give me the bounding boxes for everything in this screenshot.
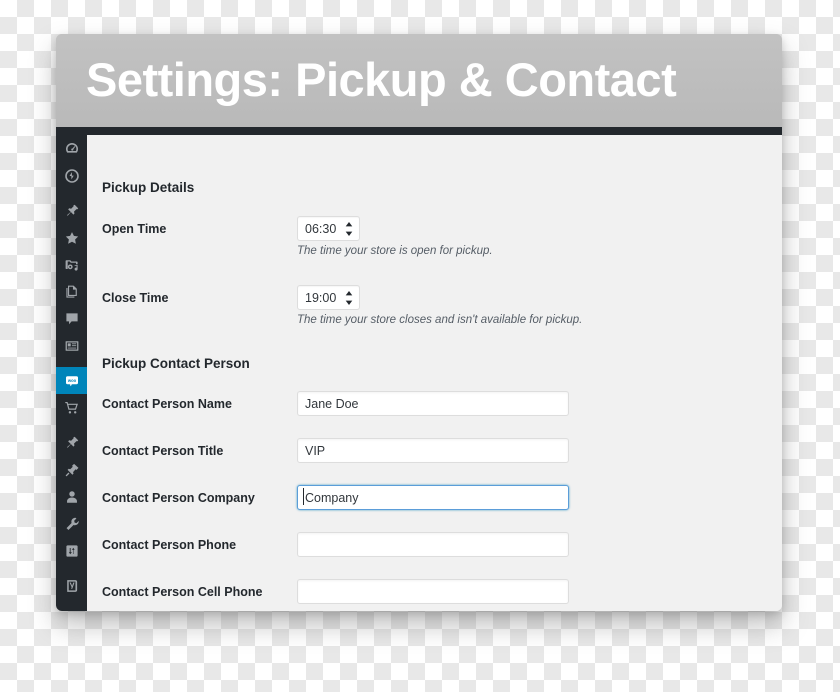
input-contact-person-title[interactable] — [297, 438, 569, 463]
updates-icon — [64, 168, 80, 184]
control-contact-person-phone[interactable] — [297, 532, 569, 557]
plugins-plug-icon — [64, 462, 80, 478]
input-contact-person-name[interactable] — [297, 391, 569, 416]
section-heading-pickup-contact-person: Pickup Contact Person — [102, 356, 250, 371]
control-open-time[interactable]: 06:30 — [297, 216, 360, 241]
dashboard-icon — [64, 141, 80, 157]
settings-content-panel: Pickup Details Open Time 06:30 The time … — [87, 135, 782, 611]
sidebar-separator — [56, 189, 87, 197]
sidebar-item-tools-wrench[interactable] — [56, 510, 87, 537]
sidebar-item-forms[interactable] — [56, 332, 87, 359]
section-pickup-details: Pickup Details Open Time 06:30 The time … — [102, 180, 582, 326]
plugin-pin-icon — [64, 435, 80, 451]
sidebar-item-pages[interactable] — [56, 278, 87, 305]
input-contact-person-phone[interactable] — [297, 532, 569, 557]
sidebar-item-comments[interactable] — [56, 305, 87, 332]
sidebar-item-cart[interactable] — [56, 394, 87, 421]
forms-icon — [64, 338, 80, 354]
section-heading-pickup-details: Pickup Details — [102, 180, 195, 195]
cart-icon — [64, 400, 80, 416]
label-contact-person-cell-phone: Contact Person Cell Phone — [102, 585, 263, 599]
label-contact-person-name: Contact Person Name — [102, 397, 232, 411]
sidebar-item-plugins-plug[interactable] — [56, 456, 87, 483]
woocommerce-icon: woo — [64, 373, 80, 389]
sidebar-item-plugin-pin[interactable] — [56, 429, 87, 456]
control-contact-person-name[interactable] — [297, 391, 569, 416]
sidebar-item-settings-sliders[interactable] — [56, 537, 87, 564]
sidebar-item-updates[interactable] — [56, 162, 87, 189]
yoast-seo-icon — [64, 578, 80, 594]
sidebar-item-woocommerce[interactable]: woo — [56, 367, 94, 394]
select-open-time[interactable]: 06:30 — [297, 216, 360, 241]
sidebar-separator — [56, 421, 87, 429]
sidebar-separator — [56, 564, 87, 572]
sidebar-item-posts-pin[interactable] — [56, 197, 87, 224]
control-close-time[interactable]: 19:00 — [297, 285, 360, 310]
settings-sliders-icon — [64, 543, 80, 559]
description-close-time: The time your store closes and isn't ava… — [297, 314, 583, 326]
page-title: Settings: Pickup & Contact — [86, 53, 677, 106]
sidebar-item-users[interactable] — [56, 483, 87, 510]
sidebar-item-yoast-seo[interactable] — [56, 572, 87, 599]
tools-wrench-icon — [64, 516, 80, 532]
label-contact-person-company: Contact Person Company — [102, 491, 255, 505]
sidebar-item-star[interactable] — [56, 224, 87, 251]
admin-body: woo Pickup Details Open Time 06:30 The t… — [56, 135, 782, 611]
control-contact-person-cell-phone[interactable] — [297, 579, 569, 604]
control-contact-person-company[interactable] — [297, 485, 569, 510]
sidebar-item-media[interactable] — [56, 251, 87, 278]
label-close-time: Close Time — [102, 291, 169, 305]
sidebar-separator — [56, 359, 87, 367]
text-cursor — [303, 488, 304, 505]
section-pickup-contact-person: Pickup Contact Person Contact Person Nam… — [102, 356, 569, 604]
admin-sidebar-menu[interactable]: woo — [56, 135, 94, 611]
browser-window: Settings: Pickup & Contact woo Pickup De… — [56, 34, 782, 611]
posts-pin-icon — [64, 203, 80, 219]
description-open-time: The time your store is open for pickup. — [297, 245, 493, 257]
label-contact-person-title: Contact Person Title — [102, 444, 224, 458]
wp-admin-bar — [56, 127, 782, 135]
control-contact-person-title[interactable] — [297, 438, 569, 463]
input-contact-person-company[interactable] — [297, 485, 569, 510]
star-icon — [64, 230, 80, 246]
pages-icon — [64, 284, 80, 300]
comments-icon — [64, 311, 80, 327]
label-open-time: Open Time — [102, 222, 167, 236]
media-icon — [64, 257, 80, 273]
input-contact-person-cell-phone[interactable] — [297, 579, 569, 604]
select-close-time[interactable]: 19:00 — [297, 285, 360, 310]
sidebar-item-dashboard[interactable] — [56, 135, 87, 162]
page-title-banner: Settings: Pickup & Contact — [56, 34, 782, 127]
users-icon — [64, 489, 80, 505]
label-contact-person-phone: Contact Person Phone — [102, 538, 237, 552]
svg-text:woo: woo — [66, 377, 76, 382]
